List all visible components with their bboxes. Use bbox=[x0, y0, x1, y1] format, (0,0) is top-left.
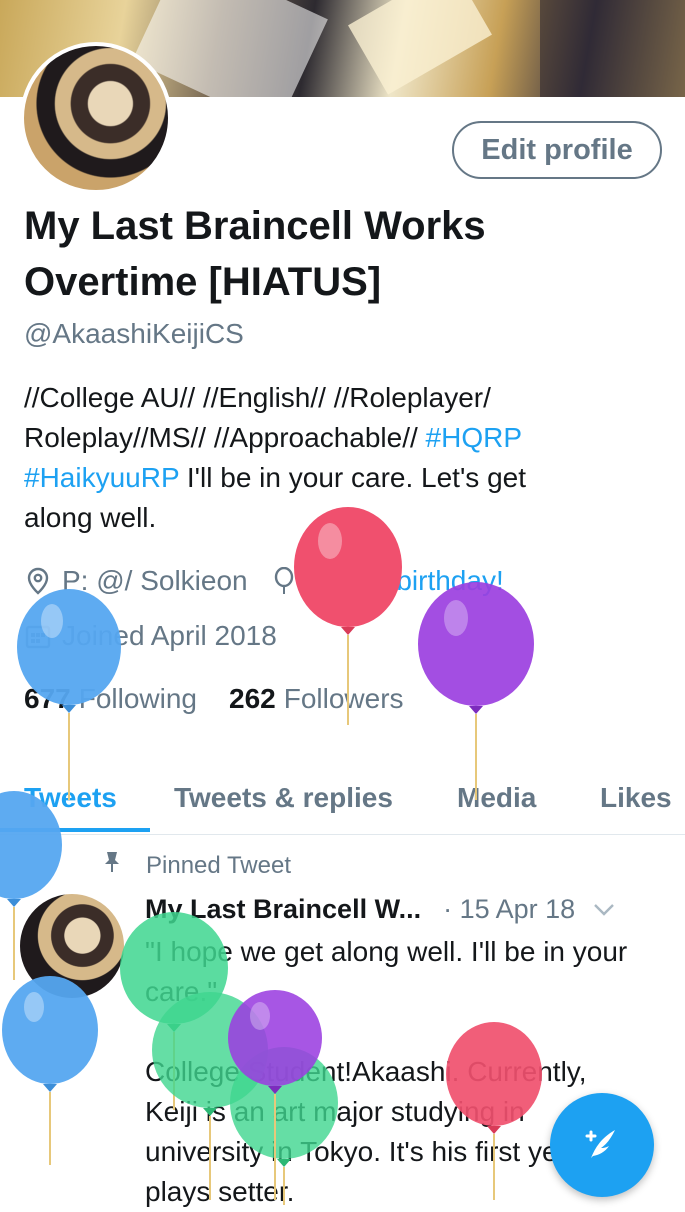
balloon-icon bbox=[2, 976, 98, 1165]
balloon-icon bbox=[228, 990, 322, 1200]
tab-tweets-replies[interactable]: Tweets & replies bbox=[174, 762, 393, 834]
feather-compose-icon bbox=[577, 1118, 627, 1173]
followers-count: 262 bbox=[229, 683, 276, 714]
balloon-icon bbox=[0, 791, 62, 980]
profile-avatar[interactable] bbox=[20, 42, 172, 194]
balloon-icon bbox=[17, 589, 121, 800]
balloon-icon bbox=[418, 582, 534, 800]
pinned-indicator: Pinned Tweet bbox=[104, 850, 291, 881]
chevron-down-icon[interactable] bbox=[593, 897, 615, 923]
profile-handle: @AkaashiKeijiCS bbox=[24, 318, 244, 349]
banner-art bbox=[348, 0, 492, 95]
profile-name-line2: Overtime [HIATUS] bbox=[24, 260, 382, 304]
balloon-icon bbox=[294, 507, 402, 725]
pinned-label: Pinned Tweet bbox=[146, 851, 291, 879]
hashtag-link[interactable]: #HaikyuuRP bbox=[24, 462, 179, 493]
profile-name-line1: My Last Braincell Works bbox=[24, 204, 486, 248]
bio-text: I'll be in your care. Let's get bbox=[179, 462, 526, 493]
bio-line: #HaikyuuRP I'll be in your care. Let's g… bbox=[24, 458, 654, 498]
bio-line: Roleplay//MS// //Approachable// #HQRP bbox=[24, 418, 654, 458]
profile-name: My Last Braincell Works Overtime [HIATUS… bbox=[24, 198, 624, 310]
banner-art bbox=[540, 0, 685, 97]
pin-icon bbox=[104, 850, 128, 881]
edit-profile-button[interactable]: Edit profile bbox=[452, 121, 662, 179]
tweet-date[interactable]: · 15 Apr 18 bbox=[443, 894, 575, 925]
bio-text: Roleplay//MS// //Approachable// bbox=[24, 422, 426, 453]
hashtag-link[interactable]: #HQRP bbox=[426, 422, 522, 453]
tab-likes[interactable]: Likes bbox=[600, 762, 672, 834]
bio-line: //College AU// //English// //Roleplayer/ bbox=[24, 382, 491, 413]
compose-tweet-button[interactable] bbox=[550, 1093, 654, 1197]
balloon-icon bbox=[446, 1022, 542, 1200]
